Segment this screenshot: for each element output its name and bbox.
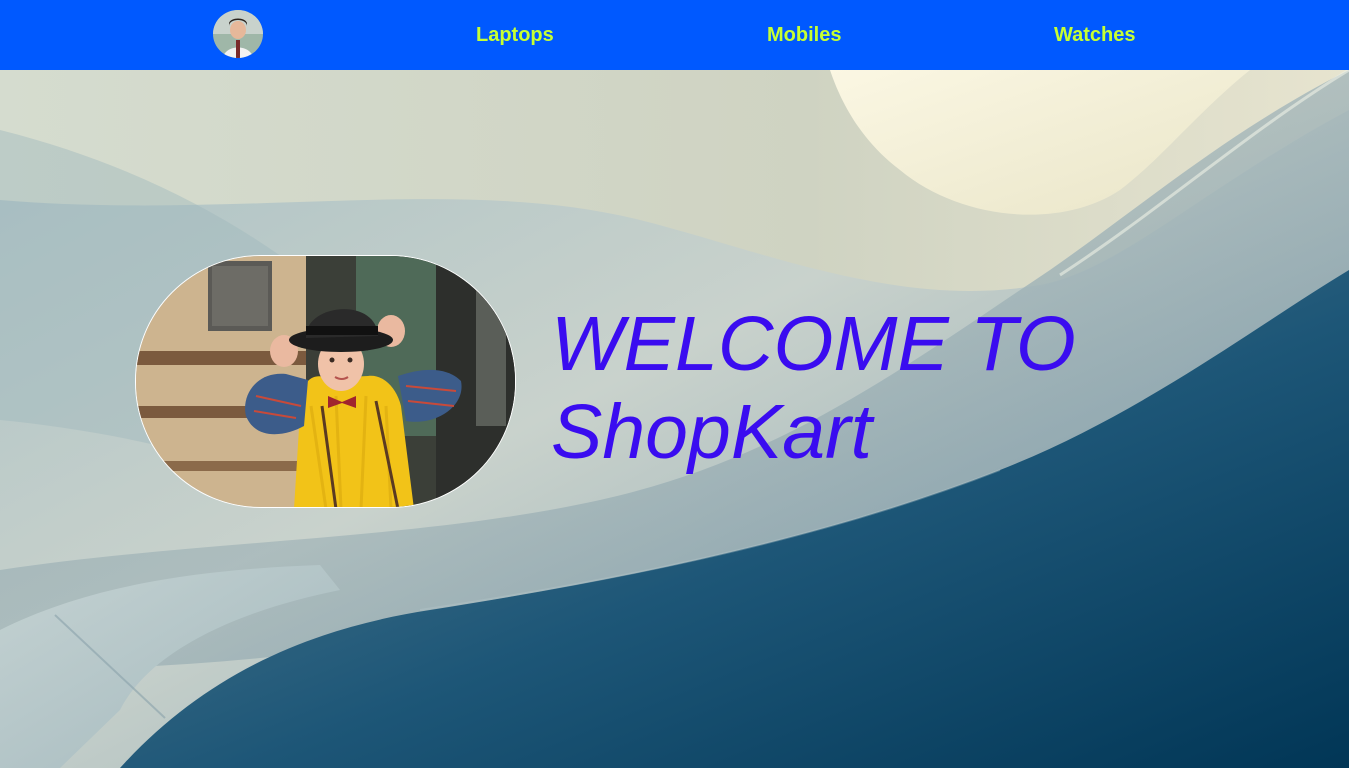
nav-link-laptops[interactable]: Laptops: [476, 0, 554, 70]
nav-link-mobiles[interactable]: Mobiles: [767, 0, 841, 70]
welcome-heading-line2: ShopKart: [551, 389, 873, 475]
boy-in-hat-photo: [135, 255, 516, 508]
page: Laptops Mobiles Watches WELCOME TO ShopK…: [0, 0, 1349, 768]
welcome-heading-line1: WELCOME TO: [551, 301, 1076, 387]
profile-avatar-icon[interactable]: [213, 10, 263, 58]
nav-link-watches[interactable]: Watches: [1054, 0, 1136, 70]
welcome-heading: WELCOME TO ShopKart: [551, 300, 1251, 476]
top-navbar: Laptops Mobiles Watches: [0, 0, 1349, 70]
